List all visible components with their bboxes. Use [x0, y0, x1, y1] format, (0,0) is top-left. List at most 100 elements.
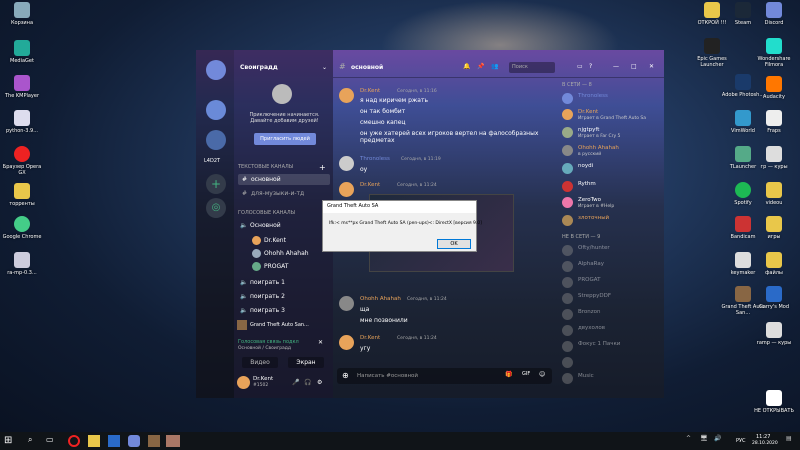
desktop-icon[interactable]: Discord	[752, 2, 796, 26]
desktop-icon[interactable]: Браузер Opera GX	[0, 146, 44, 176]
desktop-icon[interactable]: Fraps	[752, 110, 796, 134]
gif-icon[interactable]: GIF	[522, 371, 530, 377]
disconnect-icon[interactable]: ✕	[318, 339, 323, 346]
server-icon[interactable]	[206, 130, 226, 150]
voice-user[interactable]: Dr.Kent	[264, 237, 286, 244]
desktop-icon[interactable]: гр — куры	[752, 146, 796, 170]
desktop-icon[interactable]: игры	[752, 216, 796, 240]
voice-channel[interactable]: поиграть 1	[250, 279, 285, 286]
message-input-box[interactable]: ⊕ Написать #основной 🎁 GIF ☺	[337, 368, 552, 384]
minimize-icon[interactable]: —	[613, 63, 619, 70]
avatar[interactable]	[339, 156, 354, 171]
microphone-icon[interactable]: 🎤	[292, 379, 299, 386]
voice-category[interactable]: ГОЛОСОВЫЕ КАНАЛЫ	[238, 210, 295, 216]
add-channel-icon[interactable]: +	[319, 163, 326, 172]
close-icon[interactable]: ✕	[649, 63, 654, 70]
member-offline[interactable]: PROGAT	[562, 276, 658, 290]
member-online[interactable]: njgtpyft Играет в Far Cry 5	[562, 126, 658, 140]
member-offline[interactable]: Bronzon	[562, 308, 658, 322]
avatar[interactable]	[339, 182, 354, 197]
channel-name[interactable]: основной	[251, 176, 281, 183]
member-offline[interactable]: StreppyDDF	[562, 292, 658, 306]
screen-button[interactable]: Экран	[288, 357, 324, 368]
message-author[interactable]: Dr.Kent	[360, 182, 380, 188]
attach-plus-icon[interactable]: ⊕	[342, 371, 349, 380]
ok-button[interactable]: OK	[437, 239, 471, 249]
clock-date[interactable]: 28.10.2020	[752, 441, 778, 446]
message-author[interactable]: Ohohh Ahahah	[360, 296, 401, 302]
tray-chevron-icon[interactable]: ^	[686, 435, 698, 447]
member-offline[interactable]: AlphaRay	[562, 260, 658, 274]
desktop-icon[interactable]: Корзина	[0, 2, 44, 26]
windows-start-icon[interactable]: ⊞	[4, 435, 16, 447]
explore-icon[interactable]: ◎	[206, 198, 226, 218]
message-author[interactable]: Dr.Kent	[360, 335, 380, 341]
member-online[interactable]: Dr.Kent Играет в Grand Theft Auto Sa	[562, 108, 658, 122]
member-online[interactable]: Rythm	[562, 180, 658, 194]
discord-taskbar-icon[interactable]	[128, 435, 140, 447]
pin-icon[interactable]: 📌	[477, 63, 484, 70]
inbox-icon[interactable]: ▭	[577, 63, 583, 70]
desktop-icon[interactable]: файлы	[752, 252, 796, 276]
desktop-icon[interactable]: Wondershare Filmora	[752, 38, 796, 68]
chevron-down-icon[interactable]: ⌄	[322, 64, 327, 71]
server-icon[interactable]	[206, 100, 226, 120]
volume-icon[interactable]: 🔊	[714, 435, 726, 447]
message-author[interactable]: Dr.Kent	[360, 88, 380, 94]
member-offline[interactable]	[562, 356, 658, 370]
message-input[interactable]: Написать #основной	[357, 373, 418, 379]
bell-icon[interactable]: 🔔	[463, 63, 470, 70]
members-icon[interactable]: 👥	[491, 63, 498, 70]
desktop-icon[interactable]: The KMPlayer	[0, 75, 44, 99]
desktop-icon[interactable]: Audacity	[752, 76, 796, 100]
guild-label[interactable]: L4D2T	[204, 158, 220, 164]
invite-button[interactable]: Пригласить людей	[254, 133, 316, 145]
member-online[interactable]: ZeroTwo Играет в #Help	[562, 196, 658, 210]
maximize-icon[interactable]: □	[631, 63, 637, 70]
desktop-icon[interactable]: ra-mp-0.3...	[0, 252, 44, 276]
avatar[interactable]	[339, 88, 354, 103]
emoji-icon[interactable]: ☺	[539, 371, 545, 378]
gta-taskbar-icon[interactable]	[148, 435, 160, 447]
desktop-icon[interactable]: videou	[752, 182, 796, 206]
search-input[interactable]: Поиск	[509, 62, 555, 73]
member-online[interactable]: Ohohh Ahahah в русский	[562, 144, 658, 158]
gift-icon[interactable]: 🎁	[505, 371, 512, 378]
help-icon[interactable]: ?	[589, 63, 592, 70]
server-name[interactable]: Своиградд	[240, 64, 278, 71]
video-button[interactable]: Видео	[242, 357, 278, 368]
add-server-icon[interactable]: +	[206, 174, 226, 194]
member-offline[interactable]: Фокус 1 Пачки	[562, 340, 658, 354]
search-icon[interactable]: ⌕	[28, 435, 40, 447]
avatar[interactable]	[237, 376, 250, 389]
voice-user[interactable]: Ohohh Ahahah	[264, 250, 309, 257]
message-author[interactable]: Thronoless	[360, 156, 390, 162]
voice-user[interactable]: PROGAT	[264, 263, 288, 270]
task-view-icon[interactable]: ▭	[46, 435, 58, 447]
member-online[interactable]: злоточный	[562, 214, 658, 228]
voice-channel[interactable]: Основной	[250, 222, 281, 229]
opera-icon[interactable]	[68, 435, 80, 447]
explorer-icon[interactable]	[88, 435, 100, 447]
headphones-icon[interactable]: 🎧	[304, 379, 311, 386]
discord-home-icon[interactable]	[206, 60, 226, 80]
channel-name[interactable]: для-музыки-и-тд	[251, 190, 304, 197]
desktop-icon[interactable]: торренты	[0, 183, 44, 207]
desktop-icon[interactable]: Epic Games Launcher	[690, 38, 734, 68]
desktop-icon[interactable]: MediaGet	[0, 40, 44, 64]
member-online[interactable]: Thronoless	[562, 92, 658, 106]
voice-channel[interactable]: поиграть 3	[250, 307, 285, 314]
member-offline[interactable]: двухолов	[562, 324, 658, 338]
voice-channel[interactable]: поиграть 2	[250, 293, 285, 300]
desktop-icon[interactable]: Google Chrome	[0, 216, 44, 240]
avatar[interactable]	[339, 335, 354, 350]
member-offline[interactable]: Music	[562, 372, 658, 386]
clock-time[interactable]: 11:27	[756, 434, 770, 440]
desktop-icon[interactable]: НЕ ОТКРЫВАТЬ	[752, 390, 796, 414]
language-indicator[interactable]: РУС	[736, 438, 746, 444]
game-taskbar-icon[interactable]	[166, 435, 180, 447]
desktop-icon[interactable]: ramp — куры	[752, 322, 796, 346]
gear-icon[interactable]: ⚙	[317, 379, 322, 386]
mail-icon[interactable]	[108, 435, 120, 447]
member-online[interactable]: noydi	[562, 162, 658, 176]
